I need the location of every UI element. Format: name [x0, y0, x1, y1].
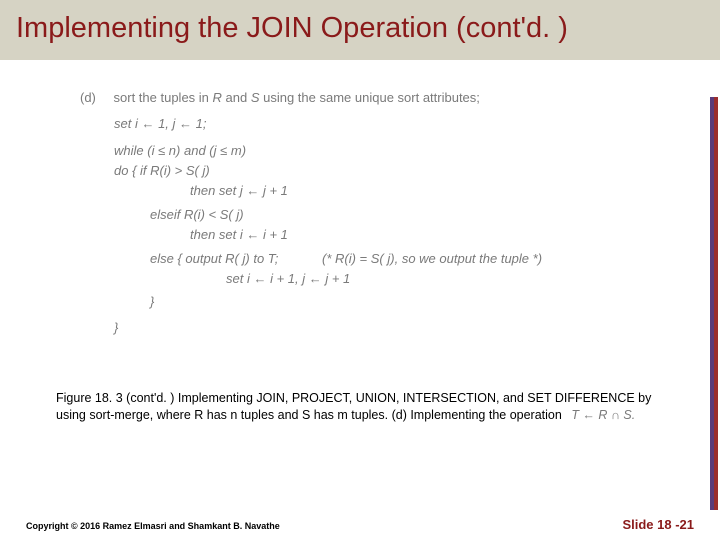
- algo-line-8-comment: (* R(i) = S( j), so we output the tuple …: [322, 251, 542, 266]
- caption-text: Figure 18. 3 (cont'd. ) Implementing JOI…: [56, 391, 651, 422]
- slide-title-bar: Implementing the JOIN Operation (cont'd.…: [0, 0, 720, 60]
- algo-var-S: S: [251, 90, 260, 105]
- slide-number: Slide 18 -21: [622, 517, 694, 532]
- algo-line-7: then set i ← i + 1: [190, 227, 288, 242]
- algo-var-R: R: [213, 90, 222, 105]
- algo-line-8a: else { output: [150, 251, 225, 266]
- algo-line-8d: T;: [268, 251, 279, 266]
- algo-line-8b: R( j): [225, 251, 250, 266]
- algorithm-tag: (d): [80, 90, 96, 105]
- algo-line-11: }: [114, 320, 118, 335]
- algo-line-9: set i ← i + 1, j ← j + 1: [226, 271, 350, 286]
- slide-title: Implementing the JOIN Operation (cont'd.…: [16, 10, 704, 46]
- algo-line-1c: using the same unique sort attributes;: [260, 90, 480, 105]
- algo-line-8c: to: [250, 251, 268, 266]
- caption-formula: T ← R ∩ S.: [571, 408, 635, 422]
- algo-line-1b: and: [222, 90, 251, 105]
- figure-caption: Figure 18. 3 (cont'd. ) Implementing JOI…: [56, 390, 664, 424]
- algo-line-5: then set j ← j + 1: [190, 183, 288, 198]
- slide-body: (d) sort the tuples in R and S using the…: [0, 60, 720, 348]
- algo-line-4: do { if R(i) > S( j): [114, 163, 210, 178]
- algo-line-10: }: [150, 294, 154, 309]
- slide-footer: Copyright © 2016 Ramez Elmasri and Shamk…: [0, 517, 720, 532]
- copyright-text: Copyright © 2016 Ramez Elmasri and Shamk…: [26, 521, 280, 531]
- algorithm-block: (d) sort the tuples in R and S using the…: [80, 88, 680, 338]
- algo-line-1a: sort the tuples in: [114, 90, 213, 105]
- algo-line-3: while (i ≤ n) and (j ≤ m): [114, 143, 246, 158]
- algo-line-2: set i ← 1, j ← 1;: [114, 116, 206, 131]
- algo-line-6: elseif R(i) < S( j): [150, 207, 244, 222]
